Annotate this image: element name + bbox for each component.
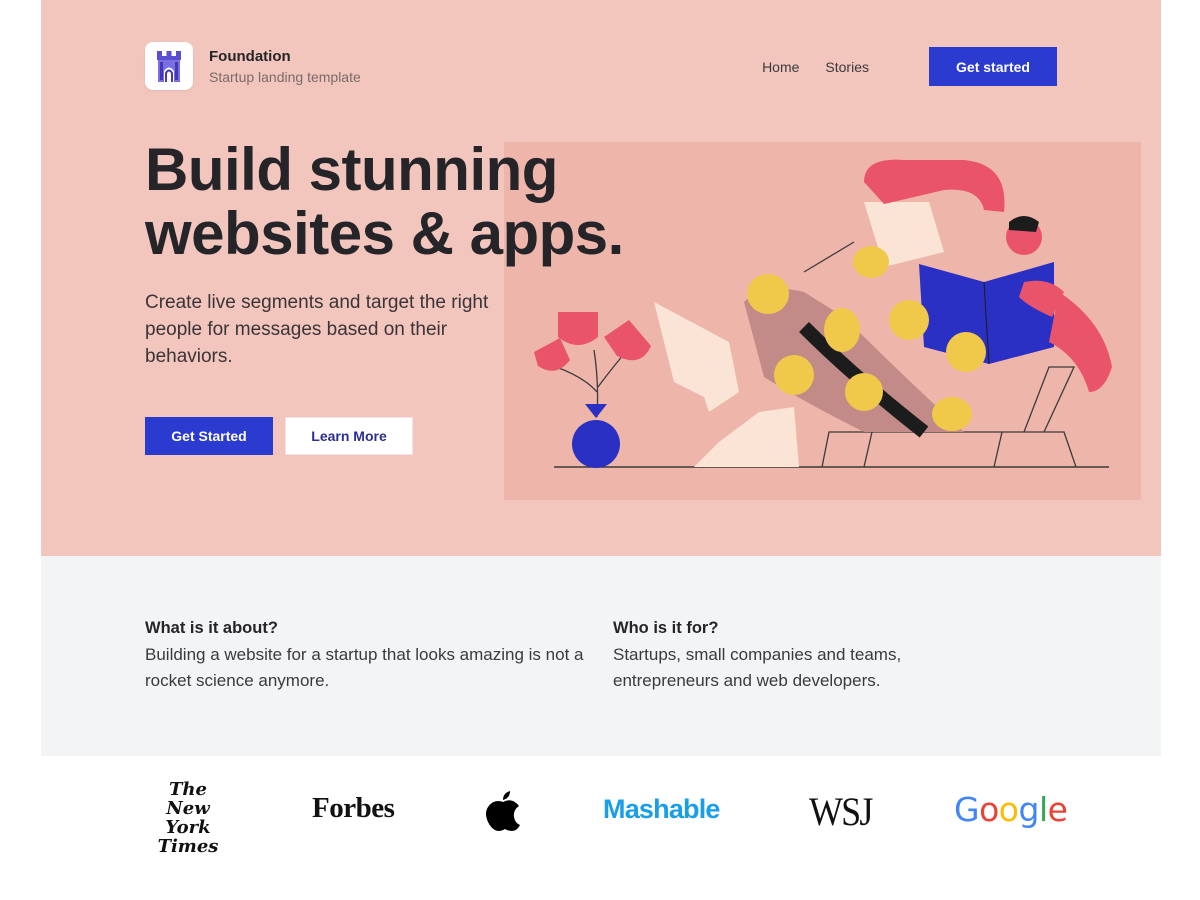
main-nav: Home Stories Get started [762,47,1057,86]
flower-vase-drawing [534,312,651,468]
headline-line-1: Build stunning [145,136,558,203]
hero-cta-row: Get Started Learn More [145,417,413,455]
hero-lead-text: Create live segments and target the righ… [145,292,489,367]
nyt-logo-line-2: New York [165,798,211,838]
google-logo-letter: o [979,790,999,829]
nav-link-stories[interactable]: Stories [825,59,869,75]
mashable-logo: Mashable [603,794,720,824]
brand-name: Foundation [209,48,291,65]
features-section: What is it about? Building a website for… [41,556,1161,756]
nyt-logo-line-1: The [169,779,207,800]
brand-logo[interactable] [145,42,193,90]
landing-page: Foundation Startup landing template Home… [0,0,1200,900]
header-get-started-button[interactable]: Get started [929,47,1057,86]
feature-body: Startups, small companies and teams, ent… [613,645,902,690]
hero-section: Foundation Startup landing template Home… [41,0,1161,556]
brand-tagline: Startup landing template [209,69,361,85]
forbes-logo: Forbes [312,792,395,824]
new-york-times-logo: The New York Times [145,780,231,856]
hero-headline: Build stunning websites & apps. [145,138,745,266]
feature-title: What is it about? [145,619,278,637]
google-logo-letter: g [1018,790,1039,829]
press-logos-row: The New York Times Forbes Mashable WSJ G… [0,756,1200,900]
feature-body: Building a website for a startup that lo… [145,645,584,690]
learn-more-button[interactable]: Learn More [285,417,413,455]
nav-link-home[interactable]: Home [762,59,799,75]
get-started-button[interactable]: Get Started [145,417,273,455]
google-logo-letter: e [1047,790,1068,829]
feature-title: Who is it for? [613,619,719,637]
headline-line-2: websites & apps. [145,200,624,267]
google-logo-letter: G [954,790,980,829]
nyt-logo-line-3: Times [157,836,219,857]
google-logo-letter: o [998,790,1019,829]
feature-who-is-it-for: Who is it for? Startups, small companies… [613,619,1058,694]
castle-tower-icon [157,51,181,82]
google-logo: Google [954,790,1068,829]
feature-what-is-it-about: What is it about? Building a website for… [145,619,590,694]
wsj-logo: WSJ [809,789,873,834]
apple-logo-icon [486,791,520,831]
google-logo-letter: l [1038,790,1048,829]
top-navigation-bar: Foundation Startup landing template Home… [145,42,1057,92]
